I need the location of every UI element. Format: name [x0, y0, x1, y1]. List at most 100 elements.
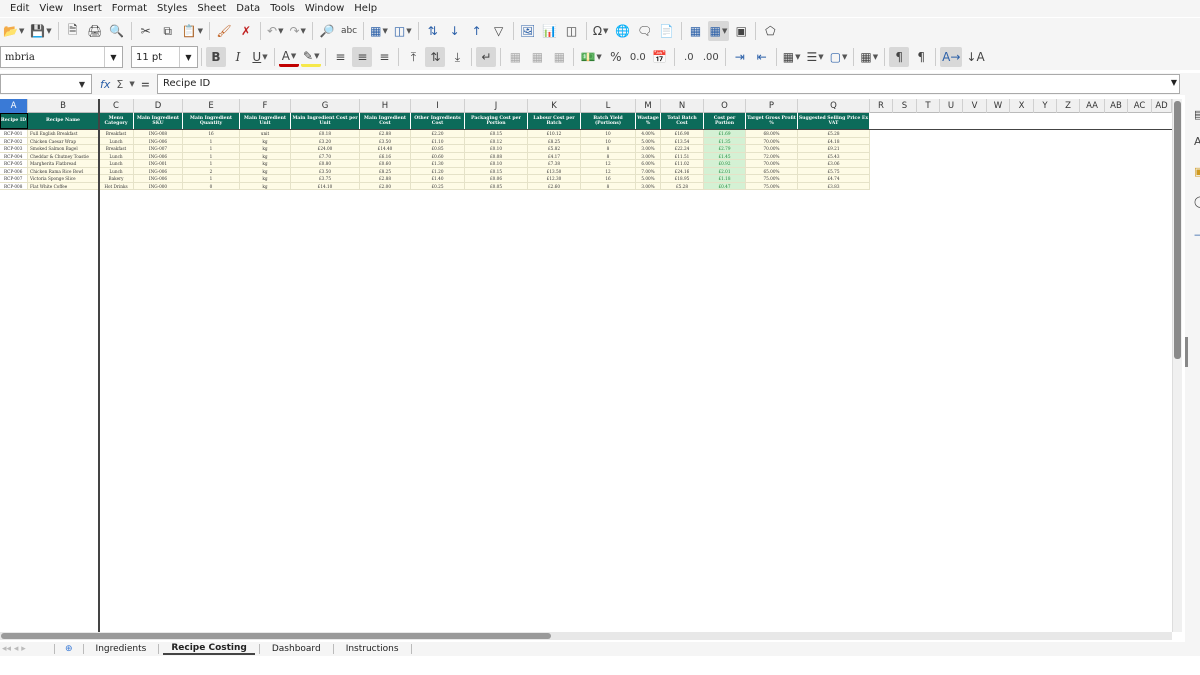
- table-cell[interactable]: Cheddar & Chutney Toastie: [28, 152, 99, 160]
- column-header-u[interactable]: U: [940, 99, 963, 113]
- unmerge-cells-icon[interactable]: ▦: [549, 47, 569, 67]
- table-cell[interactable]: £3.20: [291, 137, 360, 145]
- table-cell[interactable]: £8.25: [360, 167, 411, 175]
- table-cell[interactable]: £0.10: [465, 160, 528, 168]
- table-cell[interactable]: Victoria Sponge Slice: [28, 175, 99, 183]
- table-cell[interactable]: £0.06: [465, 175, 528, 183]
- table-cell[interactable]: Full English Breakfast: [28, 130, 99, 138]
- column-header-h[interactable]: H: [360, 99, 411, 113]
- column-header-ab[interactable]: AB: [1105, 99, 1128, 113]
- menu-edit[interactable]: Edit: [0, 3, 34, 14]
- table-cell[interactable]: £22.24: [661, 145, 704, 153]
- table-cell[interactable]: £1.40: [411, 175, 465, 183]
- table-cell[interactable]: Bakery: [99, 175, 134, 183]
- header-cell[interactable]: Recipe Name: [28, 113, 99, 129]
- table-cell[interactable]: £4.17: [528, 152, 581, 160]
- left-to-right-icon[interactable]: ¶: [889, 47, 910, 67]
- column-header-z[interactable]: Z: [1057, 99, 1080, 113]
- sort-ascending-icon[interactable]: ↓: [445, 21, 465, 41]
- table-cell[interactable]: £3.50: [360, 137, 411, 145]
- table-cell[interactable]: £2.88: [360, 175, 411, 183]
- table-cell[interactable]: 12: [581, 160, 636, 168]
- sidebar-handle[interactable]: [1185, 337, 1188, 367]
- table-cell[interactable]: 6.00%: [636, 160, 661, 168]
- table-cell[interactable]: £1.10: [411, 137, 465, 145]
- sheet-tab-ingredients[interactable]: Ingredients: [88, 644, 155, 654]
- menu-window[interactable]: Window: [300, 3, 349, 14]
- increase-indent-icon[interactable]: ⇥: [730, 47, 750, 67]
- table-cell[interactable]: £11.02: [661, 160, 704, 168]
- column-header-g[interactable]: G: [291, 99, 360, 113]
- column-header-y[interactable]: Y: [1034, 99, 1057, 113]
- styles-icon[interactable]: A: [1194, 135, 1200, 148]
- table-cell[interactable]: RCP-006: [0, 167, 28, 175]
- align-top-icon[interactable]: ⤒: [403, 47, 423, 67]
- table-cell[interactable]: 7.00%: [636, 167, 661, 175]
- sheet-tab-dashboard[interactable]: Dashboard: [264, 644, 329, 654]
- table-cell[interactable]: 68.00%: [746, 130, 798, 138]
- table-cell[interactable]: ING-006: [134, 167, 183, 175]
- header-cell[interactable]: Main Ingredient SKU: [134, 113, 183, 129]
- add-sheet-icon[interactable]: ⊕: [59, 644, 79, 654]
- vertical-scrollbar[interactable]: [1172, 99, 1182, 632]
- gallery-icon[interactable]: ▣: [1194, 165, 1200, 178]
- table-cell[interactable]: ING-006: [134, 137, 183, 145]
- table-cell[interactable]: £13.50: [528, 167, 581, 175]
- table-cell[interactable]: 75.00%: [746, 175, 798, 183]
- chevron-down-icon[interactable]: ▼: [73, 75, 91, 93]
- name-box[interactable]: ▼: [0, 74, 92, 94]
- table-cell[interactable]: £12.30: [528, 175, 581, 183]
- table-cell[interactable]: £0.15: [465, 167, 528, 175]
- column-header-f[interactable]: F: [240, 99, 291, 113]
- table-cell[interactable]: £7.70: [291, 152, 360, 160]
- text-direction-tb-icon[interactable]: ↓A: [964, 47, 986, 67]
- table-cell[interactable]: ING-006: [134, 175, 183, 183]
- column-header-n[interactable]: N: [661, 99, 704, 113]
- sheet-tab-recipe-costing[interactable]: Recipe Costing: [163, 643, 255, 655]
- table-cell[interactable]: £3.83: [798, 182, 870, 190]
- menu-tools[interactable]: Tools: [265, 3, 300, 14]
- table-cell[interactable]: £0.25: [411, 182, 465, 190]
- table-cell[interactable]: £0.60: [411, 152, 465, 160]
- function-wizard-icon[interactable]: fx: [100, 78, 110, 91]
- table-cell[interactable]: £24.00: [291, 145, 360, 153]
- header-cell[interactable]: Target Gross Profit %: [746, 113, 798, 129]
- column-header-l[interactable]: L: [581, 99, 636, 113]
- font-name-box[interactable]: mbria ▼: [0, 46, 123, 68]
- table-cell[interactable]: ING-000: [134, 182, 183, 190]
- header-cell[interactable]: Other Ingredients Cost: [411, 113, 465, 129]
- table-cell[interactable]: 3.00%: [636, 182, 661, 190]
- table-cell[interactable]: £9.21: [798, 145, 870, 153]
- table-cell[interactable]: Smoked Salmon Bagel: [28, 145, 99, 153]
- underline-button[interactable]: U ▼: [250, 47, 270, 67]
- font-size-box[interactable]: 11 pt ▼: [131, 46, 198, 68]
- row-icon[interactable]: ▦ ▼: [368, 21, 390, 41]
- header-cell[interactable]: Cost per Portion: [704, 113, 746, 129]
- table-cell[interactable]: kg: [240, 160, 291, 168]
- table-cell[interactable]: 70.00%: [746, 160, 798, 168]
- table-cell[interactable]: £0.10: [465, 145, 528, 153]
- menu-insert[interactable]: Insert: [68, 3, 107, 14]
- vertical-scroll-thumb[interactable]: [1174, 101, 1181, 359]
- borders-icon[interactable]: ▦ ▼: [781, 47, 803, 67]
- column-header-p[interactable]: P: [746, 99, 798, 113]
- sum-icon[interactable]: Σ: [116, 78, 123, 91]
- copy-icon[interactable]: ⧉: [158, 21, 178, 41]
- bold-button[interactable]: B: [206, 47, 226, 67]
- table-cell[interactable]: £16.90: [661, 130, 704, 138]
- decrease-indent-icon[interactable]: ⇤: [752, 47, 772, 67]
- table-cell[interactable]: kg: [240, 152, 291, 160]
- delete-decimal-icon[interactable]: .00: [701, 47, 721, 67]
- header-cell[interactable]: Labour Cost per Batch: [528, 113, 581, 129]
- menu-help[interactable]: Help: [349, 3, 382, 14]
- column-header-aa[interactable]: AA: [1080, 99, 1105, 113]
- right-to-left-icon[interactable]: ¶: [911, 47, 931, 67]
- currency-format-icon[interactable]: 💵 ▼: [578, 47, 603, 67]
- table-cell[interactable]: 8: [581, 145, 636, 153]
- table-cell[interactable]: £0.18: [291, 130, 360, 138]
- column-header-ac[interactable]: AC: [1128, 99, 1152, 113]
- open-icon[interactable]: 📂 ▼: [1, 21, 26, 41]
- column-header-r[interactable]: R: [870, 99, 893, 113]
- print-icon[interactable]: 🖨: [85, 21, 105, 41]
- find-replace-icon[interactable]: 🔎: [317, 21, 337, 41]
